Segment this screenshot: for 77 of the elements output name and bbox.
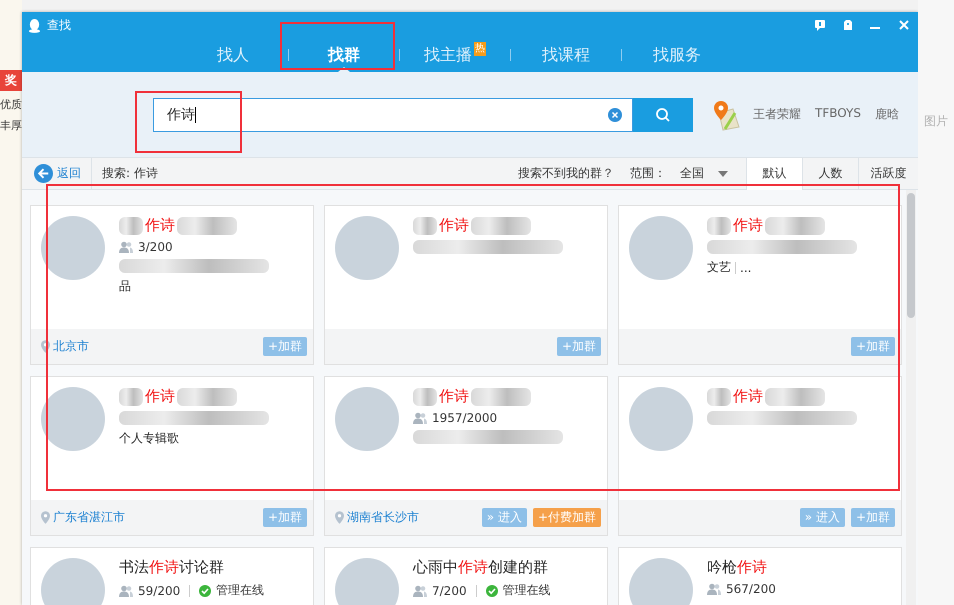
search-field[interactable]: 作诗 bbox=[153, 98, 633, 132]
nav-tab[interactable]: 找课程 bbox=[511, 38, 621, 72]
group-name[interactable]: 作诗 bbox=[439, 216, 469, 235]
group-name[interactable]: 作诗 bbox=[733, 216, 763, 235]
member-count: 7/200 bbox=[432, 584, 467, 598]
blurred-area bbox=[413, 388, 437, 406]
nav-tab[interactable]: 找人 bbox=[178, 38, 288, 72]
close-icon bbox=[898, 19, 910, 31]
admin-status: 管理在线 bbox=[216, 582, 264, 599]
keyword-link[interactable]: 鹿晗 bbox=[875, 106, 899, 123]
keyword-link[interactable]: TFBOYS bbox=[815, 106, 861, 123]
blurred-area bbox=[765, 388, 825, 406]
blurred-area bbox=[471, 216, 531, 234]
page-text: 丰厚 bbox=[0, 118, 22, 133]
keyword-link[interactable]: 王者荣耀 bbox=[753, 106, 801, 123]
member-count: 1957/2000 bbox=[432, 411, 498, 425]
minimize-icon bbox=[870, 27, 880, 29]
window-title: 查找 bbox=[47, 16, 71, 34]
group-name[interactable]: 作诗 bbox=[439, 387, 469, 406]
group-name[interactable]: 心雨中作诗创建的群 bbox=[413, 558, 548, 577]
location-pin-icon bbox=[335, 511, 344, 524]
avatar-placeholder bbox=[41, 558, 105, 605]
member-count: 3/200 bbox=[138, 240, 173, 254]
feedback-button[interactable] bbox=[812, 17, 828, 33]
award-badge: 奖 bbox=[0, 70, 22, 91]
feedback-icon bbox=[814, 19, 826, 31]
blurred-area bbox=[119, 388, 143, 406]
people-icon bbox=[119, 241, 133, 253]
tag-text: ... bbox=[740, 260, 752, 274]
search-icon bbox=[655, 106, 671, 122]
location-pin-icon bbox=[41, 511, 50, 524]
search-button[interactable] bbox=[633, 98, 693, 132]
page-text: 优质 bbox=[0, 97, 22, 112]
back-link[interactable]: 返回 bbox=[34, 164, 81, 183]
location-text: 湖南省长沙市 bbox=[347, 509, 419, 526]
admin-status: 管理在线 bbox=[502, 582, 551, 599]
sort-tab[interactable]: 默认 bbox=[746, 158, 802, 190]
tag-text: 品 bbox=[119, 278, 131, 295]
page-text: 图片 bbox=[924, 113, 949, 130]
location-text: 北京市 bbox=[53, 338, 89, 355]
location-text: 广东省湛江市 bbox=[53, 509, 125, 526]
blurred-area bbox=[119, 216, 143, 234]
search-query-text: 搜索: 作诗 bbox=[102, 165, 158, 182]
check-circle-icon bbox=[199, 584, 212, 596]
caret-icon bbox=[718, 170, 728, 176]
nav-tab[interactable]: 找服务 bbox=[622, 38, 732, 72]
avatar-placeholder bbox=[629, 558, 693, 605]
people-icon bbox=[119, 584, 133, 596]
blurred-area bbox=[177, 388, 237, 406]
scope-dropdown[interactable]: 全国 bbox=[680, 165, 728, 182]
group-name[interactable]: 作诗 bbox=[733, 387, 763, 406]
group-name[interactable]: 作诗 bbox=[145, 216, 175, 235]
people-icon bbox=[707, 583, 721, 595]
blurred-area bbox=[177, 216, 237, 234]
people-icon bbox=[413, 412, 427, 424]
group-name[interactable]: 书法作诗讨论群 bbox=[119, 558, 224, 577]
group-name[interactable]: 吟枪作诗 bbox=[707, 558, 767, 577]
blurred-area bbox=[413, 216, 437, 234]
scrollbar-thumb[interactable] bbox=[907, 193, 915, 318]
scope-label: 范围： bbox=[630, 165, 666, 182]
map-pin-icon bbox=[711, 98, 741, 130]
blurred-area bbox=[765, 216, 825, 234]
blurred-area bbox=[471, 388, 531, 406]
tag-text: 文艺 bbox=[707, 259, 731, 276]
hot-badge: 热 bbox=[474, 42, 486, 56]
people-icon bbox=[413, 584, 427, 596]
tag-text: 个人专辑歌 bbox=[119, 430, 179, 447]
avatar-placeholder bbox=[335, 558, 399, 605]
member-count: 59/200 bbox=[138, 584, 180, 598]
group-name[interactable]: 作诗 bbox=[145, 387, 175, 406]
member-count: 567/200 bbox=[726, 582, 776, 596]
location-pin-icon bbox=[41, 340, 50, 353]
blurred-area bbox=[707, 216, 731, 234]
blurred-area bbox=[707, 388, 731, 406]
check-circle-icon bbox=[486, 584, 498, 596]
help-link[interactable]: 搜索不到我的群？ bbox=[518, 165, 614, 182]
clear-icon bbox=[608, 108, 622, 122]
